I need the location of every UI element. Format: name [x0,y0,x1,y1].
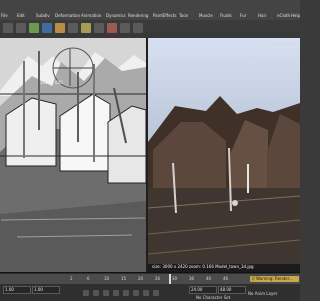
step-back-key-icon[interactable] [93,290,99,296]
menu-help[interactable]: Help [291,13,300,18]
timeline-tick-6: 6 [87,276,90,281]
render-status-text: size: 3000 x 2420 zoom: 0.166 Model_town… [152,264,254,269]
menu-hair[interactable]: Hair [258,13,266,18]
tool-last-used-icon[interactable] [94,23,104,33]
menu-edit[interactable]: Edit [17,13,25,18]
menu-ncloth[interactable]: nCloth [277,13,290,18]
menu-bar: File Edit Subdiv Deformation Animation D… [0,0,300,20]
menu-deformation[interactable]: Deformation [55,13,80,18]
menu-animation[interactable]: Animation [81,13,101,18]
timeline-playhead[interactable] [169,274,171,284]
perspective-viewport[interactable]: 1000 x 600 [0,38,148,272]
tool-soft-mod-icon[interactable] [68,23,78,33]
menu-toon[interactable]: Toon [179,13,188,18]
start-frame-field[interactable]: 1.00 [3,286,31,294]
timeline-tick-26: 26 [155,276,161,281]
timeline-tick-15: 15 [121,276,127,281]
render-view-panel[interactable] [148,38,300,272]
timeline-tick-46: 46 [223,276,229,281]
tool-scale-icon[interactable] [55,23,65,33]
timeline-tick-30: 30 [172,276,178,281]
play-forward-icon[interactable] [123,290,129,296]
timeline-tick-10: 10 [104,276,110,281]
step-back-frame-icon[interactable] [103,290,109,296]
warning-message: // Warning: Render... [250,276,299,282]
tool-ipr-icon[interactable] [120,23,130,33]
timeline-tick-20: 20 [138,276,144,281]
menu-fur[interactable]: Fur [240,13,246,18]
play-backward-icon[interactable] [113,290,119,296]
render-image-icon [148,38,300,272]
menu-muscle[interactable]: Muscle [199,13,213,18]
tool-render-icon[interactable] [107,23,117,33]
playback-end-field[interactable]: 24.00 [189,286,217,294]
tool-rotate-icon[interactable] [42,23,52,33]
character-set-field[interactable]: No Character Set [196,295,230,300]
go-to-start-icon[interactable] [83,290,89,296]
tool-show-manip-icon[interactable] [81,23,91,33]
tool-select-icon[interactable] [3,23,13,33]
timeline-tick-40: 40 [206,276,212,281]
viewport-resolution-label: 1000 x 600 [40,80,63,85]
tool-snapshot-icon[interactable] [133,23,143,33]
step-forward-frame-icon[interactable] [133,290,139,296]
go-to-end-icon[interactable] [153,290,159,296]
viewport-geometry-icon [0,38,146,272]
tool-move-icon[interactable] [29,23,39,33]
tool-lasso-icon[interactable] [16,23,26,33]
menu-dynamics[interactable]: Dynamics [106,13,126,18]
menu-painteffects[interactable]: PaintEffects [153,13,177,18]
menu-fluids[interactable]: Fluids [220,13,232,18]
animation-end-field[interactable]: 48.00 [218,286,246,294]
timeline-tick-36: 36 [189,276,195,281]
anim-layer-field[interactable]: No Anim Layer [248,291,277,296]
timeline-tick-2: 2 [70,276,73,281]
step-forward-key-icon[interactable] [143,290,149,296]
render-region-label: Render Region [270,41,300,46]
menu-rendering[interactable]: Rendering [128,13,148,18]
current-frame-field[interactable]: 1.00 [32,286,60,294]
menu-file[interactable]: File [1,13,8,18]
menu-subdiv[interactable]: Subdiv [36,13,50,18]
